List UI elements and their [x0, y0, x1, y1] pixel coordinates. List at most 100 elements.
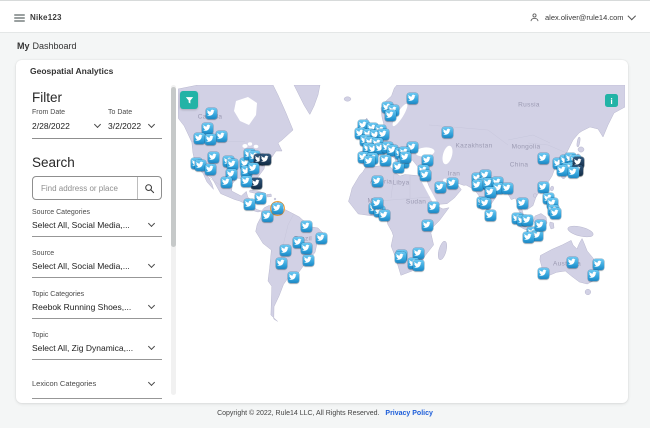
map-cluster-marker[interactable]: [394, 251, 406, 263]
map-cluster-marker[interactable]: [549, 207, 561, 219]
map-cluster-marker[interactable]: [592, 258, 604, 270]
map-cluster-marker[interactable]: [566, 256, 578, 268]
chevron-down-icon: [627, 12, 636, 20]
map-cluster-marker[interactable]: [399, 151, 411, 163]
brand-logo: Nike123: [30, 13, 62, 22]
map-cluster-marker[interactable]: [302, 254, 314, 266]
map-info-button[interactable]: i: [605, 94, 618, 107]
map-cluster-marker[interactable]: [271, 202, 283, 214]
map-cluster-marker[interactable]: [434, 181, 446, 193]
from-date-select[interactable]: 2/28/2022: [32, 120, 108, 132]
navbar: Nike123 alex.oliver@rule14.com: [0, 0, 650, 33]
map-cluster-marker[interactable]: [567, 166, 579, 178]
map-cluster-marker[interactable]: [300, 220, 312, 232]
search-box: [32, 176, 162, 200]
map-cluster-marker[interactable]: [243, 198, 255, 210]
map-cluster-marker[interactable]: [522, 231, 534, 243]
map-cluster-marker[interactable]: [378, 209, 390, 221]
map-cluster-marker[interactable]: [194, 159, 206, 171]
lexicon-categories-select[interactable]: Lexicon Categories: [32, 378, 162, 399]
filter-field-source: Source Select All, Social Media,...: [32, 249, 162, 278]
sidebar-scrollbar-thumb[interactable]: [171, 87, 176, 247]
map-cluster-marker[interactable]: [275, 257, 287, 269]
map-cluster-marker[interactable]: [534, 219, 546, 231]
map-cluster-marker[interactable]: [412, 259, 424, 271]
to-date-select[interactable]: 3/2/2022: [108, 120, 162, 132]
map-cluster-marker[interactable]: [207, 151, 219, 163]
map-cluster-marker[interactable]: [204, 133, 216, 145]
from-date-field: From Date 2/28/2022: [32, 108, 108, 132]
user-menu[interactable]: alex.oliver@rule14.com: [529, 1, 636, 34]
search-input[interactable]: [33, 177, 137, 199]
map-cluster-marker[interactable]: [421, 219, 433, 231]
user-email: alex.oliver@rule14.com: [545, 13, 624, 22]
map-cluster-marker[interactable]: [419, 169, 431, 181]
page-title-prefix: My: [17, 41, 30, 51]
map-filter-button[interactable]: [180, 91, 198, 109]
search-heading: Search: [32, 155, 75, 170]
map-cluster-marker[interactable]: [521, 214, 533, 226]
map-cluster-marker[interactable]: [215, 130, 227, 142]
map-cluster-marker[interactable]: [384, 109, 396, 121]
map-cluster-marker[interactable]: [226, 158, 238, 170]
map-cluster-marker[interactable]: [254, 192, 266, 204]
map-cluster-marker[interactable]: [287, 271, 299, 283]
topic-select[interactable]: Select All, Zig Dynamica,...: [32, 340, 162, 360]
map-cluster-marker[interactable]: [441, 126, 453, 138]
map-cluster-marker[interactable]: [379, 154, 391, 166]
chevron-down-icon: [93, 120, 102, 129]
filter-panel: Filter From Date 2/28/2022 To Date 3/2/2…: [28, 85, 176, 399]
chevron-down-icon: [147, 219, 156, 228]
map-cluster-marker[interactable]: [427, 201, 439, 213]
map-cluster-marker[interactable]: [537, 267, 549, 279]
footer: Copyright © 2022, Rule14 LLC, All Rights…: [0, 410, 650, 417]
map-cluster-marker[interactable]: [537, 152, 549, 164]
topic-categories-select[interactable]: Reebok Running Shoes,...: [32, 299, 162, 319]
map-cluster-marker[interactable]: [587, 269, 599, 281]
user-icon: [530, 13, 539, 22]
map-cluster-marker[interactable]: [471, 179, 483, 191]
privacy-policy-link[interactable]: Privacy Policy: [385, 410, 432, 417]
map-cluster-marker[interactable]: [392, 161, 404, 173]
menu-icon[interactable]: [14, 14, 25, 22]
filter-heading: Filter: [32, 90, 62, 105]
breadcrumb: My Dashboard: [17, 33, 77, 59]
source-select[interactable]: Select All, Social Media,...: [32, 258, 162, 278]
date-range-row: From Date 2/28/2022 To Date 3/2/2022: [32, 108, 162, 139]
map-cluster-marker[interactable]: [201, 122, 213, 134]
map-cluster-marker[interactable]: [315, 232, 327, 244]
search-button[interactable]: [137, 177, 161, 199]
map-cluster-marker[interactable]: [537, 181, 549, 193]
map-cluster-marker[interactable]: [300, 242, 312, 254]
map-cluster-marker[interactable]: [205, 107, 217, 119]
map-cluster-marker[interactable]: [259, 153, 271, 165]
map-cluster-marker[interactable]: [484, 209, 496, 221]
map-canvas[interactable]: CanadaRussiaKazakhstanMongoliaChinaIranA…: [178, 85, 625, 395]
map-cluster-marker[interactable]: [479, 197, 491, 209]
copyright-text: Copyright © 2022, Rule14 LLC, All Rights…: [217, 410, 380, 417]
filter-field-lexicon-categories: Lexicon Categories: [32, 378, 162, 399]
map-cluster-marker[interactable]: [247, 162, 259, 174]
map-cluster-marker[interactable]: [371, 175, 383, 187]
map-cluster-marker[interactable]: [406, 92, 418, 104]
sidebar-scrollbar: [171, 85, 176, 395]
map-cluster-marker[interactable]: [446, 177, 458, 189]
chevron-down-icon: [147, 120, 156, 129]
source-categories-select[interactable]: Select All, Social Media,...: [32, 217, 162, 237]
map-cluster-marker[interactable]: [279, 244, 291, 256]
map-cluster-marker[interactable]: [204, 163, 216, 175]
map-cluster-marker[interactable]: [363, 155, 375, 167]
map-cluster-marker[interactable]: [250, 177, 262, 189]
map-cluster-marker[interactable]: [556, 164, 568, 176]
map-cluster-marker[interactable]: [412, 247, 424, 259]
from-date-label: From Date: [32, 109, 66, 116]
map-cluster-marker[interactable]: [484, 186, 496, 198]
map-cluster-marker[interactable]: [371, 197, 383, 209]
map-cluster-marker[interactable]: [516, 197, 528, 209]
map-cluster-marker[interactable]: [220, 176, 232, 188]
map-cluster-marker[interactable]: [501, 182, 513, 194]
map-cluster-marker[interactable]: [240, 175, 252, 187]
filter-fields: Source Categories Select All, Social Medi…: [32, 208, 162, 399]
map-cluster-marker[interactable]: [421, 154, 433, 166]
map-cluster-marker[interactable]: [193, 132, 205, 144]
